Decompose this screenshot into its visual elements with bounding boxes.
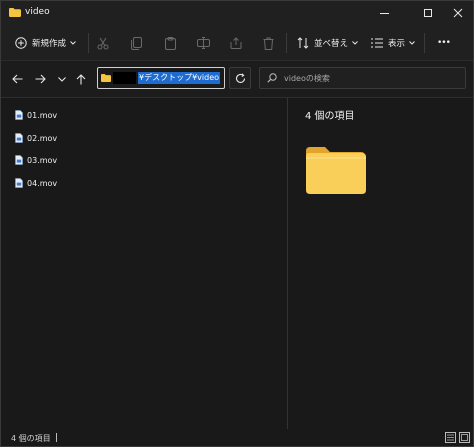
up-button[interactable] [73,71,89,87]
refresh-button[interactable] [229,67,251,89]
new-button-label: 新規作成 [32,39,67,49]
file-item[interactable]: 01.mov [15,108,57,122]
delete-button[interactable] [263,34,274,52]
paste-button[interactable] [165,34,176,52]
sort-button-label: 並べ替え [314,39,349,49]
chevron-down-icon [352,41,358,45]
more-options-button[interactable]: ••• [437,34,451,52]
file-name: 04.mov [27,178,58,188]
video-file-icon [15,110,23,120]
status-bar: 4 個の項目 [1,429,473,446]
redacted-path-segment [113,72,136,84]
list-view-icon [371,38,383,48]
minimize-button[interactable] [369,1,399,25]
file-item[interactable]: 04.mov [15,176,57,190]
toolbar-separator [424,33,425,53]
address-bar[interactable]: ¥デスクトップ¥video [97,67,225,89]
folder-icon [306,147,366,194]
share-icon [230,37,242,49]
details-pane-divider[interactable] [287,98,288,429]
video-file-icon [15,133,23,143]
copy-button[interactable] [131,34,142,52]
file-name: 02.mov [27,133,58,143]
chevron-down-icon [409,41,415,45]
minimize-icon [379,12,389,14]
status-item-count: 4 個の項目 [11,434,51,443]
file-explorer-window: video 新規作成 並べ替え 表示 ••• ¥デスクトップ¥video vid… [0,0,474,447]
refresh-icon [235,72,245,83]
video-file-icon [15,178,23,188]
details-item-count: 4 個の項目 [305,111,355,122]
folder-icon [101,74,111,82]
view-button[interactable]: 表示 [371,34,415,52]
plus-circle-icon [15,37,27,49]
recent-locations-button[interactable] [54,71,70,87]
video-file-icon [15,155,23,165]
rename-icon [197,37,210,49]
more-icon: ••• [437,38,451,48]
cut-button[interactable] [97,34,109,52]
close-icon [453,8,463,18]
search-icon [267,73,277,83]
status-separator [56,433,57,442]
back-button[interactable] [9,71,25,87]
file-name: 01.mov [27,110,58,120]
trash-icon [263,37,274,50]
window-title: video [25,7,50,17]
arrow-right-icon [35,74,46,84]
tiles-view-icon [461,434,468,441]
share-button[interactable] [230,34,242,52]
address-path-text[interactable]: ¥デスクトップ¥video [138,72,221,84]
sort-button[interactable]: 並べ替え [297,34,358,52]
details-view-button[interactable] [445,432,456,443]
copy-icon [131,36,142,50]
arrow-up-icon [76,73,86,84]
command-bar: 新規作成 並べ替え 表示 ••• [1,25,473,61]
chevron-down-icon [70,41,76,45]
large-icons-view-button[interactable] [459,432,470,443]
folder-icon [9,8,21,17]
details-view-icon [447,434,454,441]
file-item[interactable]: 02.mov [15,131,57,145]
scissors-icon [97,37,109,49]
title-bar: video [1,1,473,25]
maximize-button[interactable] [413,1,443,25]
view-button-label: 表示 [388,39,406,49]
search-box[interactable]: videoの検索 [259,67,466,89]
file-item[interactable]: 03.mov [15,153,57,167]
toolbar-separator [88,33,89,53]
close-button[interactable] [443,1,473,25]
toolbar-divider [1,97,473,98]
toolbar-separator [286,33,287,53]
chevron-down-icon [58,76,66,82]
clipboard-icon [165,36,176,50]
search-placeholder: videoの検索 [284,74,330,83]
arrow-left-icon [11,74,22,84]
maximize-icon [424,9,432,17]
forward-button[interactable] [32,71,48,87]
rename-button[interactable] [197,34,210,52]
file-name: 03.mov [27,155,58,165]
sort-icon [297,37,309,49]
new-button[interactable]: 新規作成 [15,34,76,52]
